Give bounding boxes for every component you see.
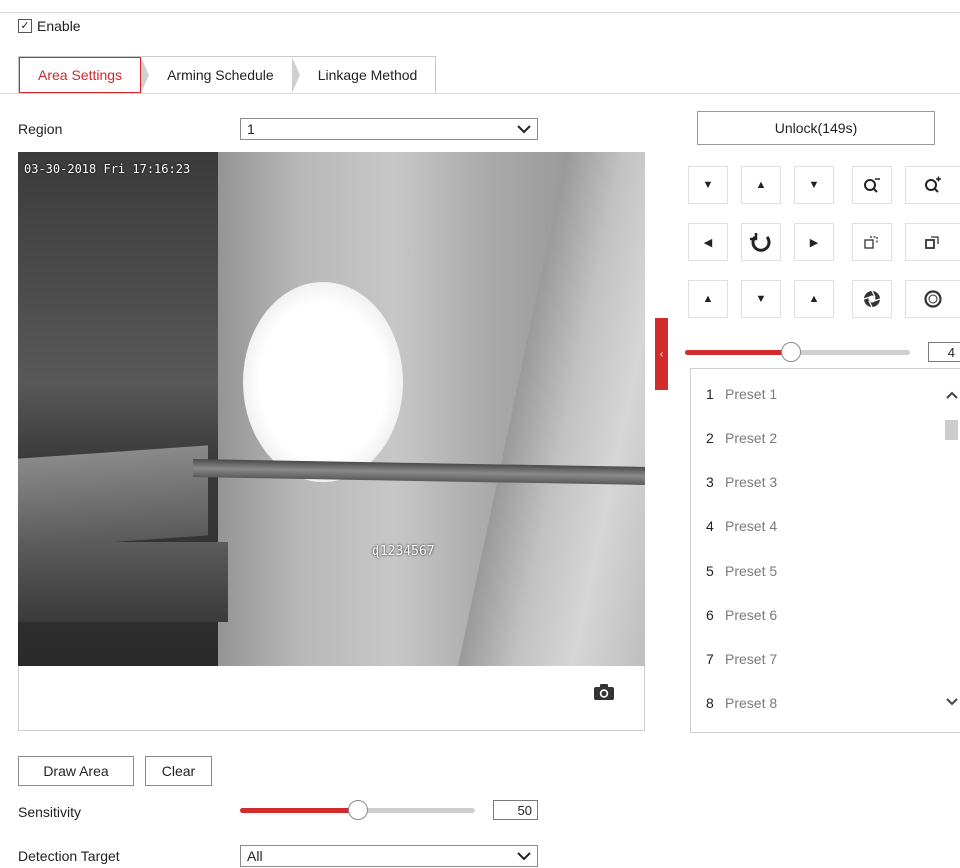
arrow-right-icon[interactable]: ▶ — [794, 223, 834, 261]
zoom-out-icon[interactable] — [852, 166, 892, 204]
sensitivity-handle[interactable] — [348, 800, 368, 820]
video-toolbar — [18, 666, 645, 731]
auto-rotate-icon[interactable] — [741, 223, 781, 261]
preset-name: Preset 2 — [725, 430, 778, 446]
preset-number: 4 — [706, 518, 714, 534]
video-scene-step — [18, 445, 208, 549]
video-osd-name: ɖ1234567 — [372, 544, 435, 559]
ptz-speed-fill — [685, 350, 791, 355]
video-scene-light — [243, 282, 403, 482]
detection-target-select[interactable]: All — [240, 845, 538, 867]
top-divider — [0, 12, 960, 13]
unlock-button[interactable]: Unlock(149s) — [697, 111, 935, 145]
enable-checkbox[interactable]: ✓ — [18, 19, 32, 33]
preset-number: 6 — [706, 607, 714, 623]
preset-number: 3 — [706, 474, 714, 490]
focus-far-icon[interactable] — [905, 223, 960, 261]
sensitivity-fill — [240, 808, 358, 813]
preset-name: Preset 8 — [725, 695, 778, 711]
ptz-speed-handle[interactable] — [781, 342, 801, 362]
arrow-left-icon[interactable]: ◀ — [688, 223, 728, 261]
preset-number: 5 — [706, 563, 714, 579]
tab-linkage-method[interactable]: Linkage Method — [300, 57, 436, 93]
sensitivity-value[interactable]: 50 — [493, 800, 538, 820]
arrow-down-right-icon[interactable]: ▲ — [794, 280, 834, 318]
preset-number: 8 — [706, 695, 714, 711]
preset-name: Preset 5 — [725, 563, 778, 579]
scroll-up-icon[interactable] — [945, 388, 959, 404]
preset-name: Preset 7 — [725, 651, 778, 667]
preset-name: Preset 6 — [725, 607, 778, 623]
list-item[interactable]: 1 Preset 1 — [691, 372, 946, 416]
camera-icon[interactable] — [593, 683, 615, 701]
list-item[interactable]: 8 Preset 8 — [691, 681, 946, 725]
arrow-up-left-icon[interactable]: ▼ — [688, 166, 728, 204]
draw-area-button[interactable]: Draw Area — [18, 756, 134, 786]
preset-name: Preset 3 — [725, 474, 778, 490]
enable-checkbox-row[interactable]: ✓ Enable — [18, 18, 81, 34]
video-scene-pillar — [458, 152, 645, 666]
arrow-down-left-icon[interactable]: ▲ — [688, 280, 728, 318]
iris-close-icon[interactable] — [905, 280, 960, 318]
video-scene-step — [18, 542, 228, 622]
enable-label: Enable — [37, 18, 81, 34]
focus-near-icon[interactable] — [852, 223, 892, 261]
scroll-down-icon[interactable] — [945, 695, 959, 711]
preset-number: 2 — [706, 430, 714, 446]
tab-separator — [141, 57, 150, 93]
scrollbar-thumb[interactable] — [945, 420, 958, 440]
video-osd-time: 03-30-2018 Fri 17:16:23 — [24, 162, 191, 176]
arrow-down-icon[interactable]: ▼ — [741, 280, 781, 318]
tab-area-settings[interactable]: Area Settings — [19, 57, 142, 93]
preset-list: 1 Preset 1 2 Preset 2 3 Preset 3 4 Preset 4 … — [690, 368, 960, 733]
arrow-up-right-icon[interactable]: ▼ — [794, 166, 834, 204]
zoom-in-icon[interactable] — [905, 166, 960, 204]
tab-bar: Area Settings Arming Schedule Linkage Me… — [18, 56, 437, 94]
chevron-left-icon: ‹ — [659, 348, 664, 360]
clear-button[interactable]: Clear — [145, 756, 212, 786]
panel-collapse-button[interactable]: ‹ — [655, 318, 668, 390]
arrow-up-icon[interactable]: ▲ — [741, 166, 781, 204]
chevron-down-icon — [517, 121, 531, 137]
list-item[interactable]: 3 Preset 3 — [691, 460, 946, 504]
list-item[interactable]: 7 Preset 7 — [691, 637, 946, 681]
chevron-down-icon — [517, 848, 531, 864]
region-select[interactable]: 1 — [240, 118, 538, 140]
list-item[interactable]: 6 Preset 6 — [691, 593, 946, 637]
preset-number: 1 — [706, 386, 714, 402]
preset-name: Preset 4 — [725, 518, 778, 534]
ptz-speed-value[interactable]: 4 — [928, 342, 960, 362]
list-item[interactable]: 2 Preset 2 — [691, 416, 946, 460]
sensitivity-label: Sensitivity — [18, 804, 82, 820]
detection-target-label: Detection Target — [18, 848, 120, 864]
list-item[interactable]: 5 Preset 5 — [691, 549, 946, 593]
tab-arming-schedule[interactable]: Arming Schedule — [149, 57, 292, 93]
region-label: Region — [18, 121, 63, 137]
detection-target-value: All — [247, 848, 263, 864]
list-item[interactable]: 4 Preset 4 — [691, 504, 946, 548]
preset-number: 7 — [706, 651, 714, 667]
region-select-value: 1 — [247, 121, 255, 137]
iris-open-icon[interactable] — [852, 280, 892, 318]
live-video[interactable]: 03-30-2018 Fri 17:16:23 ɖ1234567 — [18, 152, 645, 666]
preset-name: Preset 1 — [725, 386, 778, 402]
tab-separator — [291, 57, 300, 93]
tab-divider — [0, 93, 960, 94]
